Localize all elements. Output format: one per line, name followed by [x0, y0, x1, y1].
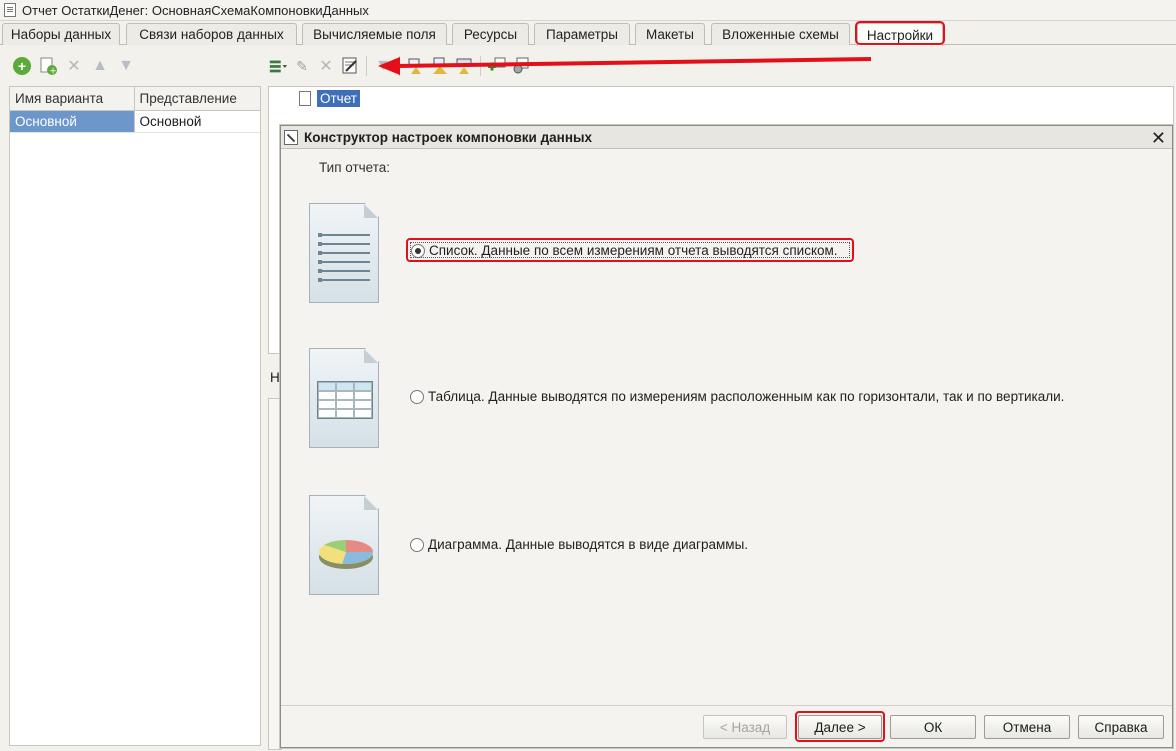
option-chart-label[interactable]: Диаграмма. Данные выводятся в виде диагр…	[428, 537, 748, 552]
variants-toolbar: + + ✕ ▲ ▼	[0, 46, 262, 86]
window-title: Отчет ОстаткиДенег: ОсновнаяСхемаКомпоно…	[22, 2, 369, 18]
lower-area-label: Н	[270, 370, 280, 385]
radio-chart[interactable]	[410, 537, 424, 552]
add-variant-icon[interactable]: +	[12, 56, 32, 76]
window-title-bar: Отчет ОстаткиДенег: ОсновнаяСхемаКомпоно…	[0, 0, 1176, 21]
chart-report-icon	[309, 495, 379, 595]
edit-icon[interactable]: ✎	[292, 56, 312, 76]
radio-table[interactable]	[410, 389, 424, 404]
variant-presentation-cell[interactable]: Основной	[135, 111, 261, 132]
close-icon[interactable]: ✕	[1151, 128, 1166, 149]
ok-button[interactable]: ОК	[890, 715, 976, 739]
tab-data-sets[interactable]: Наборы данных	[2, 23, 120, 45]
back-button[interactable]: < Назад	[703, 715, 787, 739]
table-header: Имя варианта Представление	[10, 87, 260, 111]
svg-text:+: +	[49, 67, 57, 77]
table-row[interactable]: Основной Основной	[10, 111, 260, 133]
settings-constructor-dialog: Конструктор настроек компоновки данных ✕…	[280, 125, 1173, 748]
document-icon	[299, 91, 311, 106]
list-report-icon	[309, 203, 379, 303]
tab-bar: Наборы данных Связи наборов данных Вычис…	[0, 21, 1176, 46]
cancel-button[interactable]: Отмена	[984, 715, 1070, 739]
settings-constructor-icon[interactable]	[340, 56, 360, 76]
focus-rectangle	[410, 242, 850, 258]
option-table[interactable]: Таблица. Данные выводятся по измерениям …	[410, 389, 1064, 404]
table-report-icon	[309, 348, 379, 448]
tab-data-set-links[interactable]: Связи наборов данных	[126, 23, 297, 45]
constructor-icon	[284, 129, 298, 145]
column-header-variant-name[interactable]: Имя варианта	[10, 87, 135, 110]
settings-tab-highlight	[855, 21, 945, 45]
move-down-icon[interactable]: ▼	[116, 56, 136, 76]
tab-calculated-fields[interactable]: Вычисляемые поля	[302, 23, 447, 45]
variants-table: Имя варианта Представление Основной Осно…	[9, 86, 261, 746]
pie-chart-icon	[319, 540, 373, 564]
dialog-body: Тип отчета:	[281, 150, 1172, 706]
option-table-label[interactable]: Таблица. Данные выводятся по измерениям …	[428, 389, 1064, 404]
next-button-highlight	[795, 711, 885, 742]
column-header-presentation[interactable]: Представление	[135, 87, 261, 110]
delete-icon[interactable]: ✕	[64, 56, 84, 76]
tab-parameters[interactable]: Параметры	[534, 23, 630, 45]
help-button[interactable]: Справка	[1078, 715, 1164, 739]
dialog-title: Конструктор настроек компоновки данных	[304, 129, 593, 145]
variant-name-cell[interactable]: Основной	[10, 111, 135, 132]
structure-root-label[interactable]: Отчет	[317, 90, 360, 107]
report-type-label: Тип отчета:	[319, 160, 391, 175]
delete-element-icon[interactable]: ✕	[316, 56, 336, 76]
tab-nested-schemas[interactable]: Вложенные схемы	[711, 23, 850, 45]
option-chart[interactable]: Диаграмма. Данные выводятся в виде диагр…	[410, 537, 748, 552]
tab-templates[interactable]: Макеты	[635, 23, 705, 45]
copy-variant-icon[interactable]: +	[38, 56, 58, 76]
annotation-arrow-icon	[378, 57, 872, 75]
dialog-title-bar: Конструктор настроек компоновки данных ✕	[281, 126, 1172, 149]
structure-root[interactable]: Отчет	[299, 90, 360, 107]
toolbar-separator	[366, 56, 367, 76]
add-grouping-icon[interactable]	[268, 56, 288, 76]
report-icon	[4, 3, 16, 17]
move-up-icon[interactable]: ▲	[90, 56, 110, 76]
tab-resources[interactable]: Ресурсы	[452, 23, 529, 45]
